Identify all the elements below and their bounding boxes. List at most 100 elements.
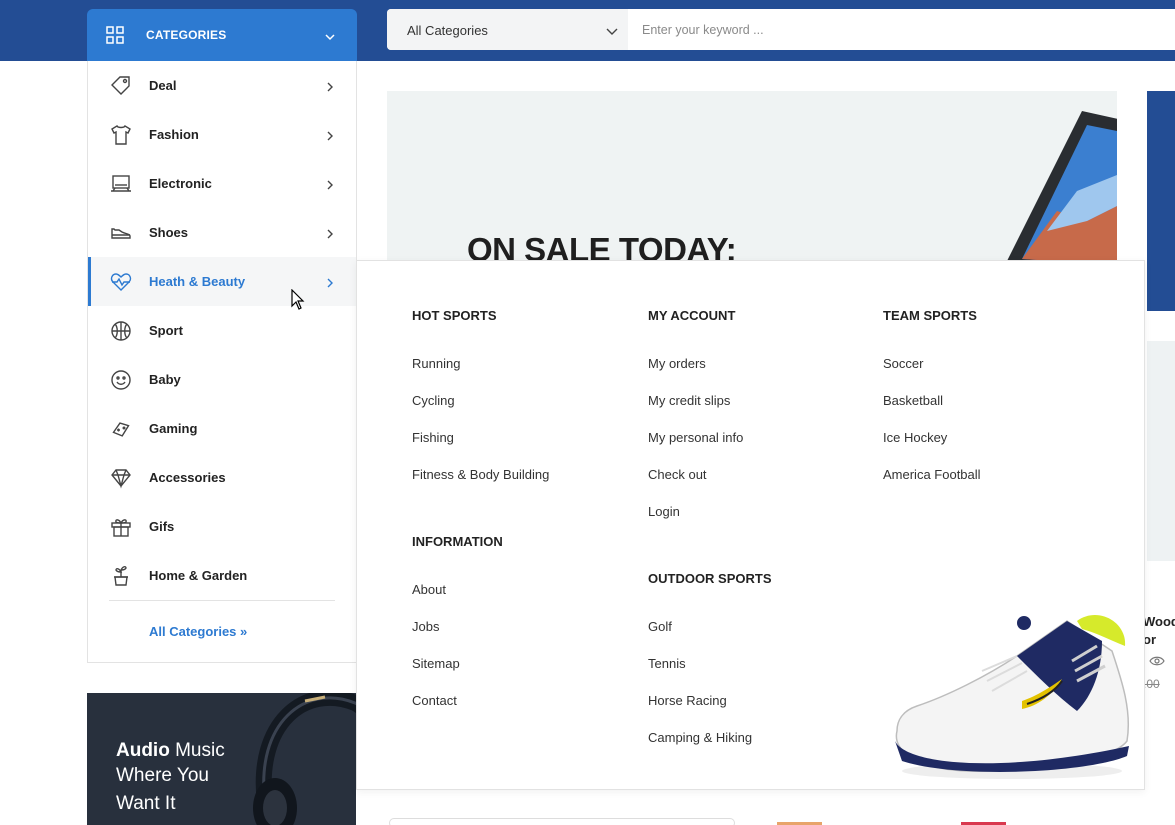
chevron-right-icon	[326, 178, 334, 196]
sidebar-item-label: Heath & Beauty	[149, 274, 246, 289]
mega-col-hot-sports: HOT SPORTS	[412, 308, 497, 323]
banner-line-3: Want It	[116, 793, 176, 814]
mega-link-about[interactable]: About	[412, 582, 446, 597]
smiley-icon	[109, 368, 133, 392]
hero-headline: ON SALE TODAY:	[467, 231, 737, 261]
sidebar-item-label: Gifs	[149, 519, 175, 534]
mega-col-title: HOT SPORTS	[412, 308, 497, 323]
sneaker-promo-image[interactable]	[887, 601, 1137, 781]
mega-link-running[interactable]: Running	[412, 356, 460, 371]
audio-music-banner[interactable]: Audio Music Where You Want It	[87, 693, 356, 825]
mega-link-basketball[interactable]: Basketball	[883, 393, 943, 408]
mega-col-outdoor-sports: OUTDOOR SPORTS	[648, 571, 772, 586]
heart-pulse-icon	[109, 270, 133, 294]
sidebar-item-label: Accessories	[149, 470, 226, 485]
mega-col-title: INFORMATION	[412, 534, 503, 549]
headphones-image	[253, 693, 356, 825]
hero-banner[interactable]: ON SALE TODAY:	[387, 91, 1117, 261]
mega-link-check-out[interactable]: Check out	[648, 467, 707, 482]
categories-toggle-button[interactable]: CATEGORIES	[87, 9, 357, 61]
product-title-fragment: Wood	[1143, 614, 1175, 629]
gift-icon	[109, 515, 133, 539]
sidebar-item-label: Fashion	[149, 127, 199, 142]
old-price-fragment: .00	[1143, 677, 1160, 691]
diamond-icon	[109, 466, 133, 490]
sidebar-item-fashion[interactable]: Fashion	[88, 110, 356, 159]
chevron-right-icon	[326, 276, 334, 294]
mega-col-information: INFORMATION	[412, 534, 503, 549]
chevron-down-icon	[605, 24, 619, 42]
mega-link-contact[interactable]: Contact	[412, 693, 457, 708]
search-bar: All Categories	[387, 9, 1175, 50]
sidebar-item-sport[interactable]: Sport	[88, 306, 356, 355]
eye-icon[interactable]	[1149, 654, 1165, 672]
basketball-icon	[109, 319, 133, 343]
sidebar-item-deal[interactable]: Deal	[88, 61, 356, 110]
mega-link-america-football[interactable]: America Football	[883, 467, 981, 482]
sidebar-item-label: Gaming	[149, 421, 198, 436]
mega-link-login[interactable]: Login	[648, 504, 680, 519]
all-categories-link[interactable]: All Categories »	[149, 624, 247, 639]
sidebar-item-shoes[interactable]: Shoes	[88, 208, 356, 257]
search-category-select[interactable]: All Categories	[387, 9, 628, 50]
categories-sidebar: Deal Fashion Electronic Shoes Heath & Be…	[87, 61, 357, 663]
banner-word: Music	[169, 740, 225, 761]
mega-link-fitness[interactable]: Fitness & Body Building	[412, 467, 549, 482]
side-banner	[1147, 91, 1175, 311]
sidebar-item-label: Deal	[149, 78, 177, 93]
mega-col-title: TEAM SPORTS	[883, 308, 977, 323]
mega-link-ice-hockey[interactable]: Ice Hockey	[883, 430, 947, 445]
sidebar-item-gifs[interactable]: Gifs	[88, 502, 356, 551]
chevron-right-icon	[326, 129, 334, 147]
mega-link-sitemap[interactable]: Sitemap	[412, 656, 460, 671]
sidebar-item-label: Sport	[149, 323, 183, 338]
chevron-right-icon	[326, 227, 334, 245]
banner-line-2: Where You	[116, 765, 209, 786]
mega-link-camping-hiking[interactable]: Camping & Hiking	[648, 730, 752, 745]
chevron-down-icon	[324, 29, 336, 47]
sidebar-item-gaming[interactable]: Gaming	[88, 404, 356, 453]
sidebar-item-electronic[interactable]: Electronic	[88, 159, 356, 208]
shoe-icon	[109, 221, 133, 245]
mega-col-title: MY ACCOUNT	[648, 308, 736, 323]
side-banner-light	[1147, 341, 1175, 561]
tshirt-icon	[109, 123, 133, 147]
sidebar-item-label: Home & Garden	[149, 568, 248, 583]
tag-icon	[109, 74, 133, 98]
mega-link-my-orders[interactable]: My orders	[648, 356, 706, 371]
mega-link-jobs[interactable]: Jobs	[412, 619, 439, 634]
sidebar-item-health-beauty[interactable]: Heath & Beauty	[88, 257, 356, 306]
product-card-edge	[389, 818, 735, 825]
search-input[interactable]	[630, 9, 1175, 50]
sidebar-item-home-garden[interactable]: Home & Garden	[88, 551, 356, 600]
banner-bold-word: Audio	[116, 740, 170, 761]
mega-link-horse-racing[interactable]: Horse Racing	[648, 693, 727, 708]
mega-link-golf[interactable]: Golf	[648, 619, 672, 634]
sidebar-item-label: Shoes	[149, 225, 189, 240]
laptop-icon	[109, 172, 133, 196]
sidebar-item-label: Baby	[149, 372, 181, 387]
tablet-image	[1007, 111, 1117, 261]
categories-title: CATEGORIES	[146, 28, 227, 42]
divider	[109, 600, 335, 601]
mega-menu-dropdown: HOT SPORTS Running Cycling Fishing Fitne…	[356, 260, 1145, 790]
banner-line-1: Audio Music	[116, 737, 225, 765]
sidebar-item-accessories[interactable]: Accessories	[88, 453, 356, 502]
grid-menu-icon	[106, 26, 124, 49]
mega-link-soccer[interactable]: Soccer	[883, 356, 923, 371]
mega-col-title: OUTDOOR SPORTS	[648, 571, 772, 586]
plant-icon	[109, 564, 133, 588]
mega-link-personal-info[interactable]: My personal info	[648, 430, 743, 445]
chevron-right-icon	[326, 80, 334, 98]
mega-link-tennis[interactable]: Tennis	[648, 656, 686, 671]
mouse-cursor-icon	[291, 289, 305, 310]
mega-col-my-account: MY ACCOUNT	[648, 308, 735, 323]
mega-link-fishing[interactable]: Fishing	[412, 430, 454, 445]
sidebar-item-label: Electronic	[149, 176, 212, 191]
sidebar-item-baby[interactable]: Baby	[88, 355, 356, 404]
mega-col-team-sports: TEAM SPORTS	[883, 308, 977, 323]
search-category-value: All Categories	[407, 23, 488, 38]
mega-link-credit-slips[interactable]: My credit slips	[648, 393, 730, 408]
gamepad-icon	[109, 417, 133, 441]
mega-link-cycling[interactable]: Cycling	[412, 393, 455, 408]
